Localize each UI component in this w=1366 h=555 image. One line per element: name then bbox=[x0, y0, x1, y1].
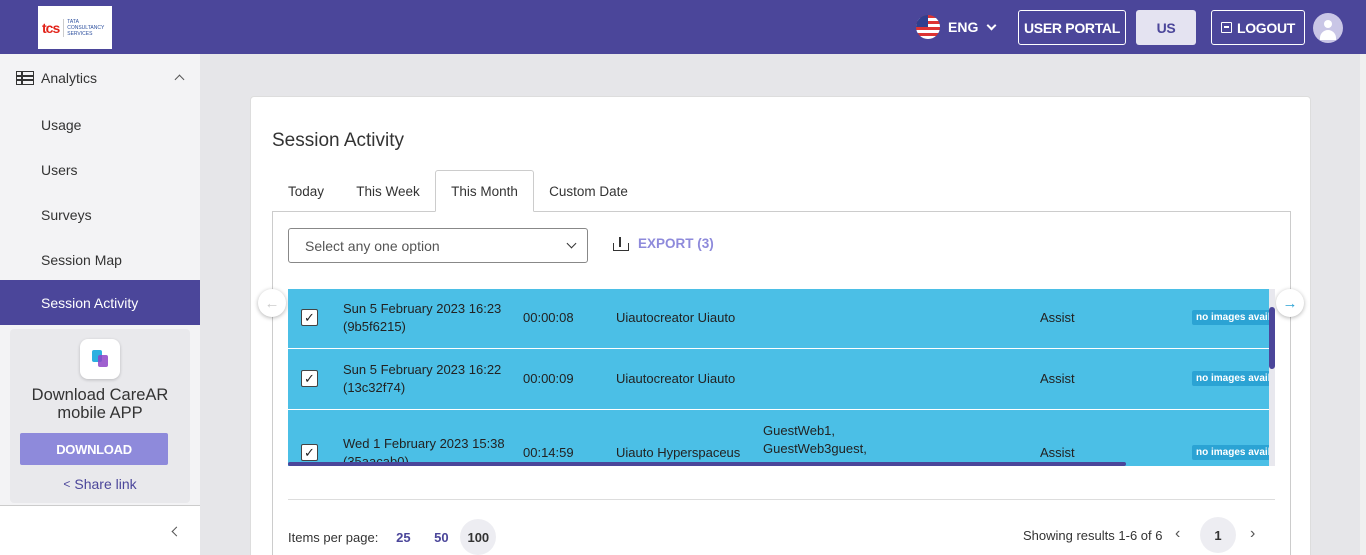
language-selector[interactable]: ENG bbox=[916, 15, 997, 39]
language-label: ENG bbox=[948, 19, 979, 35]
export-button[interactable]: EXPORT (3) bbox=[613, 236, 714, 251]
vertical-scrollbar[interactable] bbox=[1269, 289, 1275, 466]
page-title: Session Activity bbox=[272, 130, 404, 151]
items-per-page-label: Items per page: bbox=[288, 529, 379, 545]
page-size-100[interactable]: 100 bbox=[460, 519, 497, 555]
chevron-up-icon[interactable] bbox=[174, 74, 185, 85]
top-bar: tcs TATA CONSULTANCY SERVICES ENG USER P… bbox=[0, 0, 1366, 54]
session-duration: 00:14:59 bbox=[523, 445, 574, 460]
tab-today[interactable]: Today bbox=[272, 170, 340, 212]
session-id: (13c32f74) bbox=[343, 380, 406, 395]
sidebar: Analytics Usage Users Surveys Session Ma… bbox=[0, 54, 200, 555]
upload-icon bbox=[613, 236, 629, 251]
session-date: Sun 5 February 2023 16:22 bbox=[343, 362, 502, 377]
tab-this-month[interactable]: This Month bbox=[435, 170, 534, 212]
session-duration: 00:00:08 bbox=[523, 310, 574, 325]
logout-icon bbox=[1220, 22, 1232, 33]
sidebar-item-users[interactable]: Users bbox=[0, 147, 200, 192]
session-table: ✓ Sun 5 February 2023 16:23 (9b5f6215) 0… bbox=[288, 289, 1275, 466]
scrollbar-thumb[interactable] bbox=[1269, 307, 1275, 369]
page-size-50[interactable]: 50 bbox=[422, 530, 460, 545]
sidebar-section-label: Analytics bbox=[41, 70, 98, 86]
results-count: Showing results 1-6 of 6 bbox=[1023, 528, 1163, 543]
session-duration: 00:00:09 bbox=[523, 371, 574, 386]
row-checkbox[interactable]: ✓ bbox=[301, 444, 318, 461]
page-size-25[interactable]: 25 bbox=[384, 530, 422, 545]
table-row[interactable]: ✓ Sun 5 February 2023 16:23 (9b5f6215) 0… bbox=[288, 289, 1275, 349]
arrow-right-icon: → bbox=[1282, 294, 1298, 312]
session-date: Wed 1 February 2023 15:38 bbox=[343, 436, 505, 451]
arrow-left-icon: ← bbox=[264, 294, 280, 312]
table-row[interactable]: ✓ Wed 1 February 2023 15:38 (35aacab0) 0… bbox=[288, 410, 1275, 466]
tcs-logo[interactable]: tcs TATA CONSULTANCY SERVICES bbox=[38, 6, 112, 49]
app-download-promo: Download CareAR mobile APP DOWNLOAD < Sh… bbox=[10, 329, 190, 503]
session-type: Assist bbox=[1040, 371, 1075, 386]
table-icon bbox=[16, 71, 34, 85]
logout-button[interactable]: LOGOUT bbox=[1211, 10, 1305, 45]
next-page-icon[interactable]: › bbox=[1250, 525, 1255, 543]
us-flag-icon bbox=[916, 15, 940, 39]
promo-title: Download CareAR mobile APP bbox=[31, 386, 169, 422]
images-badge: no images available bbox=[1192, 310, 1275, 325]
sidebar-item-surveys[interactable]: Surveys bbox=[0, 192, 200, 237]
page-number[interactable]: 1 bbox=[1200, 517, 1236, 553]
session-type: Assist bbox=[1040, 310, 1075, 325]
export-label: EXPORT (3) bbox=[638, 236, 714, 251]
session-user: Uiautocreator Uiauto bbox=[616, 371, 736, 386]
logo-subtext: TATA CONSULTANCY SERVICES bbox=[63, 18, 104, 37]
collapse-sidebar-icon[interactable] bbox=[171, 526, 182, 537]
divider bbox=[288, 499, 1275, 500]
chevron-down-icon bbox=[986, 20, 997, 30]
carear-app-icon bbox=[80, 339, 120, 379]
session-type: Assist bbox=[1040, 445, 1075, 460]
sidebar-item-session-activity[interactable]: Session Activity bbox=[0, 280, 200, 325]
tab-custom-date[interactable]: Custom Date bbox=[536, 170, 641, 212]
filter-select[interactable]: Select any one option bbox=[288, 228, 588, 263]
session-id: (9b5f6215) bbox=[343, 319, 406, 334]
table-row[interactable]: ✓ Sun 5 February 2023 16:22 (13c32f74) 0… bbox=[288, 349, 1275, 410]
session-user: Uiautocreator Uiauto bbox=[616, 310, 736, 325]
user-portal-button[interactable]: USER PORTAL bbox=[1018, 10, 1126, 45]
logout-label: LOGOUT bbox=[1236, 19, 1296, 36]
session-user: Uiauto Hyperspaceus bbox=[616, 445, 741, 460]
scroll-right-button[interactable]: → bbox=[1276, 289, 1304, 317]
row-checkbox[interactable]: ✓ bbox=[301, 370, 318, 387]
page-scrollbar[interactable] bbox=[1360, 54, 1366, 555]
sidebar-item-usage[interactable]: Usage bbox=[0, 102, 200, 147]
scroll-left-button[interactable]: ← bbox=[258, 289, 286, 317]
share-icon: < bbox=[63, 477, 71, 491]
session-activity-card: Session Activity Today This Week This Mo… bbox=[250, 96, 1311, 555]
sidebar-item-session-map[interactable]: Session Map bbox=[0, 237, 200, 282]
sidebar-collapse-bar bbox=[0, 505, 200, 555]
share-link[interactable]: < Share link bbox=[10, 476, 190, 492]
chevron-down-icon bbox=[566, 238, 577, 249]
logo-text: tcs bbox=[42, 19, 60, 36]
horizontal-scrollbar[interactable] bbox=[288, 462, 1126, 466]
images-badge: no images available bbox=[1192, 371, 1275, 386]
items-per-page: Items per page: 25 50 100 bbox=[288, 519, 497, 555]
previous-page-icon[interactable]: ‹ bbox=[1175, 525, 1180, 543]
user-avatar-icon[interactable] bbox=[1313, 13, 1343, 43]
region-button[interactable]: US bbox=[1136, 10, 1196, 45]
sidebar-section-analytics[interactable]: Analytics bbox=[0, 54, 200, 102]
session-guests: GuestWeb1, GuestWeb3guest, bbox=[763, 423, 867, 456]
share-link-label: Share link bbox=[74, 476, 137, 492]
select-placeholder: Select any one option bbox=[305, 237, 440, 254]
download-button[interactable]: DOWNLOAD bbox=[20, 433, 168, 465]
tab-this-week[interactable]: This Week bbox=[343, 170, 433, 212]
row-checkbox[interactable]: ✓ bbox=[301, 309, 318, 326]
images-badge: no images available bbox=[1192, 445, 1275, 460]
session-date: Sun 5 February 2023 16:23 bbox=[343, 301, 502, 316]
